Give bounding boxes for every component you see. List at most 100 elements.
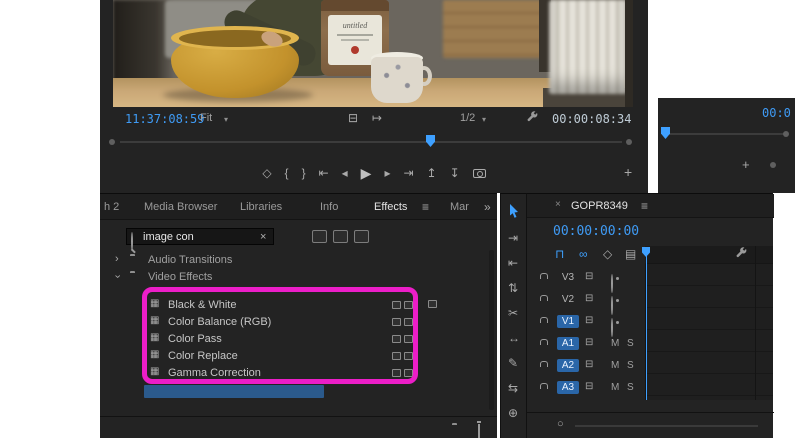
drag-video-icon[interactable]: ⊟	[348, 112, 358, 124]
mark-out-button[interactable]: }	[302, 167, 306, 179]
secondary-scrubber-track[interactable]	[664, 133, 787, 135]
add-marker-timeline-icon[interactable]: ◇	[603, 248, 612, 260]
tab-markers[interactable]: Mar	[450, 201, 469, 213]
scene-mug	[371, 57, 423, 103]
resolution-dropdown[interactable]: 1/2	[460, 112, 475, 124]
play-button[interactable]: ▶	[361, 166, 372, 180]
resolution-caret-icon[interactable]: ▾	[482, 115, 486, 124]
secondary-playhead[interactable]	[661, 127, 670, 139]
effect-row-color-replace[interactable]: ▦ Color Replace	[100, 348, 497, 365]
track-target-a3[interactable]: A3	[557, 381, 579, 394]
track-target-a2[interactable]: A2	[557, 359, 579, 372]
close-tab-icon[interactable]: ×	[555, 199, 561, 210]
track-target-a1[interactable]: A1	[557, 337, 579, 350]
effect-row-color-balance-rgb[interactable]: ▦ Color Balance (RGB)	[100, 314, 497, 331]
snap-magnet-icon[interactable]: ⊓	[555, 248, 564, 260]
chevron-right-icon[interactable]: ›	[115, 254, 119, 265]
track-target-v3[interactable]: V3	[557, 272, 579, 283]
selected-row-partial[interactable]	[144, 385, 324, 398]
program-video-frame[interactable]: untitled	[113, 0, 633, 107]
source-patch-icon[interactable]: ⊟	[585, 360, 593, 370]
tab-overflow-icon[interactable]: »	[484, 201, 491, 213]
mute-button[interactable]: M	[611, 338, 619, 349]
solo-button[interactable]: S	[627, 382, 634, 393]
tree-row-video-effects[interactable]: › Video Effects	[100, 269, 497, 286]
timeline-panel-menu-icon[interactable]: ≡	[641, 200, 648, 212]
button-editor-plus[interactable]: +	[624, 165, 632, 179]
tab-media-browser[interactable]: Media Browser	[144, 201, 217, 213]
filter-32bit-color-icon[interactable]	[333, 230, 348, 243]
fit-dropdown[interactable]: Fit	[200, 112, 212, 124]
track-target-v2[interactable]: V2	[557, 294, 579, 305]
tab-sequence[interactable]: h 2	[104, 201, 119, 213]
track-target-v1[interactable]: V1	[557, 315, 579, 328]
horizontal-scroll-thumb[interactable]: ○	[557, 419, 564, 430]
chevron-down-icon[interactable]: ›	[111, 275, 122, 279]
effect-label: Black & White	[168, 299, 236, 311]
ripple-edit-tool-icon[interactable]: ⇤	[508, 257, 518, 269]
add-marker-button[interactable]: ◇	[262, 167, 271, 179]
track-select-forward-tool-icon[interactable]: ⇥	[508, 232, 518, 244]
secondary-timecode[interactable]: 00:0	[762, 106, 791, 120]
program-current-timecode[interactable]: 11:37:08:59	[125, 112, 204, 126]
program-scrubber[interactable]	[100, 134, 648, 150]
linked-selection-icon[interactable]: ∞	[579, 248, 588, 260]
secondary-scrubber[interactable]	[658, 126, 795, 142]
lift-button[interactable]: ↥	[427, 167, 437, 179]
zoom-tool-icon[interactable]: ⊕	[508, 407, 518, 419]
search-input[interactable]	[126, 228, 274, 245]
settings-wrench-icon[interactable]	[526, 111, 539, 129]
go-to-in-button[interactable]: ⇤	[319, 167, 329, 179]
secondary-transport-dot	[770, 162, 776, 168]
scrubber-track[interactable]	[120, 141, 622, 143]
selection-tool-icon[interactable]	[509, 204, 519, 223]
timeline-tab-label[interactable]: GOPR8349	[571, 200, 628, 212]
canvas: untitled 11:37:08:59 Fit ▾ ⊟ ↦ 1/2 ▾ 00:…	[0, 0, 800, 438]
source-patch-icon[interactable]: ⊟	[585, 382, 593, 392]
timeline-display-settings-icon[interactable]: ▤	[625, 248, 636, 260]
mute-button[interactable]: M	[611, 360, 619, 371]
go-to-out-button[interactable]: ⇥	[403, 167, 413, 179]
timeline-timecode[interactable]: 00:00:00:00	[553, 224, 639, 239]
secondary-plus[interactable]: +	[742, 158, 750, 171]
step-back-button[interactable]: ◂	[342, 167, 348, 179]
tab-effects[interactable]: Effects	[374, 201, 407, 213]
outside-badge-icon	[428, 300, 437, 308]
tab-libraries[interactable]: Libraries	[240, 201, 282, 213]
razor-tool-icon[interactable]: ✂	[508, 307, 518, 319]
horizontal-scrollbar[interactable]	[575, 425, 758, 427]
mute-button[interactable]: M	[611, 382, 619, 393]
slip-tool-icon[interactable]: ↔	[508, 332, 520, 344]
source-patch-icon[interactable]: ⊟	[585, 272, 593, 282]
source-patch-icon[interactable]: ⊟	[585, 316, 593, 326]
filter-accelerated-effects-icon[interactable]	[312, 230, 327, 243]
solo-button[interactable]: S	[627, 338, 634, 349]
pen-tool-icon[interactable]: ✎	[508, 357, 518, 369]
delete-bin-icon[interactable]	[478, 424, 480, 438]
step-forward-button[interactable]: ▸	[384, 167, 390, 179]
extract-button[interactable]: ↧	[450, 167, 460, 179]
fit-caret-icon[interactable]: ▾	[224, 115, 228, 124]
effect-row-black-and-white[interactable]: ▦ Black & White	[100, 297, 497, 314]
solo-button[interactable]: S	[627, 360, 634, 371]
effect-row-color-pass[interactable]: ▦ Color Pass	[100, 331, 497, 348]
filter-yuv-effects-icon[interactable]	[354, 230, 369, 243]
source-patch-icon[interactable]: ⊟	[585, 338, 593, 348]
tab-info[interactable]: Info	[320, 201, 338, 213]
tree-row-audio-transitions[interactable]: › Audio Transitions	[100, 252, 497, 269]
export-frame-camera-icon[interactable]	[473, 169, 486, 178]
effect-row-gamma-correction[interactable]: ▦ Gamma Correction	[100, 365, 497, 382]
effect-icon: ▦	[150, 316, 159, 326]
effects-scrollbar[interactable]	[489, 250, 494, 410]
search-clear-icon[interactable]: ×	[260, 231, 266, 243]
rolling-edit-tool-icon[interactable]: ⇅	[508, 282, 518, 294]
source-patch-icon[interactable]: ⊟	[585, 294, 593, 304]
timeline-ruler[interactable]	[645, 246, 773, 264]
panel-menu-icon[interactable]: ≡	[422, 201, 429, 213]
scene-radiator	[549, 0, 627, 94]
program-playhead[interactable]	[426, 135, 435, 147]
slide-tool-icon[interactable]: ⇆	[508, 382, 518, 394]
drag-audio-icon[interactable]: ↦	[372, 112, 382, 124]
timeline-wrench-icon[interactable]	[735, 247, 748, 265]
mark-in-button[interactable]: {	[285, 167, 289, 179]
